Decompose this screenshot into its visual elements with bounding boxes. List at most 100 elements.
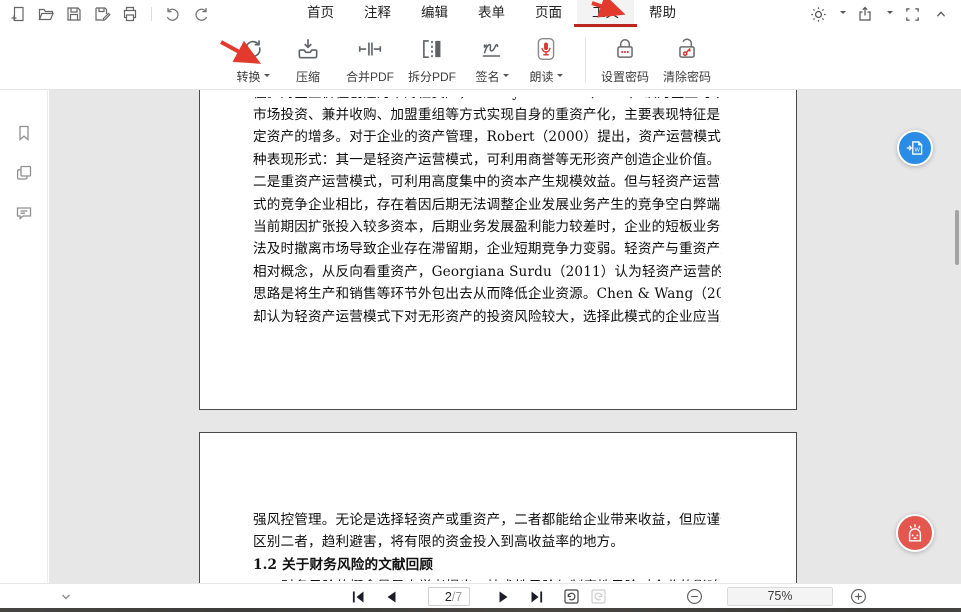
tab-tools[interactable]: 工具 [577,0,634,28]
divider [151,7,152,21]
sign-button[interactable]: 签名 [464,34,520,85]
word-doc-icon: W [904,137,926,159]
tab-forms[interactable]: 表单 [463,0,520,28]
bookmark-icon[interactable] [14,123,34,143]
ribbon-divider [585,38,586,82]
svg-text:W: W [915,148,921,154]
tab-pages[interactable]: 页面 [520,0,577,28]
left-panel-bar [0,90,48,583]
robot-icon [903,521,927,545]
page2-text: 强风控管理。无论是选择轻资产或重资产，二者都能给企业带来收益，但应谨慎区别二者，… [253,509,721,581]
convert-sync-icon [225,34,281,64]
comments-icon[interactable] [14,203,34,223]
split-page-icon [401,34,463,64]
split-pdf-button[interactable]: 拆分PDF [401,34,463,85]
page-total-label: /7 [452,590,462,604]
text-line: 定资产的增多。对于企业的资产管理，Robert（2000）提出，资产运营模式有两 [253,126,721,148]
prev-page-button[interactable] [382,584,400,609]
rotate-undo-page-icon[interactable] [561,584,581,609]
lock-dots-icon [592,34,658,64]
read-aloud-label: 朗读 [529,70,553,84]
convert-button[interactable]: 转换 [225,34,281,85]
page1-text: 值。对企业价值创造为单薄性资产，T.Milly&L.Mills（2012）认为企… [253,97,721,328]
zoom-out-button[interactable] [684,584,704,609]
section-heading: 1.2 关于财务风险的文献回顾 [253,554,721,576]
page1-paragraph: 市场投资、兼并收购、加盟重组等方式实现自身的重资产化，主要表现特征是固定资产的增… [253,104,721,328]
text-line: 区别二者，趋利避害，将有限的资金投入到高收益率的地方。 [253,531,721,553]
save-icon[interactable] [64,4,84,24]
rotate-redo-page-icon[interactable] [588,584,608,609]
theme-caret-icon[interactable] [840,11,846,17]
sign-caret-icon [503,74,509,80]
tab-edit[interactable]: 编辑 [406,0,463,28]
tab-home[interactable]: 首页 [292,0,349,28]
save-as-icon[interactable] [92,4,112,24]
merge-arrows-icon [339,34,401,64]
convert-label: 转换 [236,70,260,84]
status-bar: /7 75% [0,583,961,608]
document-canvas[interactable]: 值。对企业价值创造为单薄性资产，T.Milly&L.Mills（2012）认为企… [49,90,961,583]
quick-access-toolbar [8,0,211,28]
merge-pdf-button[interactable]: 合并PDF [339,34,401,85]
clipped-line: 财务风险的概念最早由学者提出，技术性风险与制度性风险对企业的影响不同。 [253,576,721,581]
print-icon[interactable] [120,4,140,24]
tab-annotate[interactable]: 注释 [349,0,406,28]
set-password-button[interactable]: 设置密码 [592,34,658,85]
last-page-button[interactable] [526,584,546,609]
text-line: 种表现形式：其一是轻资产运营模式，可利用商誉等无形资产创造企业价值。其 [253,149,721,171]
zoom-in-button[interactable] [848,584,868,609]
redo-icon[interactable] [191,4,211,24]
microphone-icon [518,34,574,64]
collapse-bar-icon[interactable] [56,584,76,609]
next-page-button[interactable] [495,584,513,609]
signature-icon [464,34,520,64]
pdf-page-2: 强风控管理。无论是选择轻资产或重资产，二者都能给企业带来收益，但应谨慎区别二者，… [199,432,797,583]
compress-button[interactable]: 压缩 [280,34,336,85]
clear-password-button[interactable]: 清除密码 [654,34,720,85]
compress-tray-icon [280,34,336,64]
unlock-key-icon [654,34,720,64]
page-thumbnails-icon[interactable] [14,163,34,183]
collapse-ribbon-icon[interactable] [931,4,951,24]
sign-label: 签名 [475,70,499,84]
top-menu-bar: 首页 注释 编辑 表单 页面 工具 帮助 [0,0,961,28]
page-number-input[interactable]: /7 [428,587,470,606]
merge-pdf-label: 合并PDF [339,68,401,85]
assistant-robot-button[interactable] [896,514,934,552]
text-line: 却认为轻资产运营模式下对无形资产的投资风险较大，选择此模式的企业应当加 [253,306,721,328]
new-file-icon[interactable] [8,4,28,24]
first-page-button[interactable] [348,584,368,609]
share-caret-icon[interactable] [887,11,893,17]
page2-paragraph: 强风控管理。无论是选择轻资产或重资产，二者都能给企业带来收益，但应谨慎区别二者，… [253,509,721,554]
clear-password-label: 清除密码 [654,68,720,85]
read-aloud-button[interactable]: 朗读 [518,34,574,85]
open-file-icon[interactable] [36,4,56,24]
convert-caret-icon [264,74,270,80]
menu-tabs: 首页 注释 编辑 表单 页面 工具 帮助 [292,0,691,28]
text-line: 市场投资、兼并收购、加盟重组等方式实现自身的重资产化，主要表现特征是固 [253,104,721,126]
tools-ribbon: 转换 压缩 合并PDF 拆分PDF [0,28,961,90]
text-line: 式的竞争企业相比，存在着因后期无法调整企业发展业务产生的竞争空白弊端。 [253,194,721,216]
undo-icon[interactable] [163,4,183,24]
text-line: 强风控管理。无论是选择轻资产或重资产，二者都能给企业带来收益，但应谨慎 [253,509,721,531]
clipped-line: 值。对企业价值创造为单薄性资产，T.Milly&L.Mills（2012）认为企… [253,97,721,104]
text-line: 相对概念，从反向看重资产，Georgiana Surdu（2011）认为轻资产运… [253,261,721,283]
text-line: 当前期因扩张投入较多资本，后期业务发展盈利能力较差时，企业的短板业务无 [253,216,721,238]
text-line: 二是重资产运营模式，可利用高度集中的资本产生规模效益。但与轻资产运营模 [253,171,721,193]
window-controls [808,0,951,28]
fullscreen-icon[interactable] [902,4,922,24]
read-aloud-caret-icon [557,74,563,80]
text-line: 法及时撤离市场导致企业存在滞留期，企业短期竞争力变弱。轻资产与重资产是 [253,238,721,260]
convert-to-word-button[interactable]: W [897,130,933,166]
tab-help[interactable]: 帮助 [634,0,691,28]
compress-label: 压缩 [280,68,336,85]
split-pdf-label: 拆分PDF [401,68,463,85]
screen-edge-strip [0,608,961,612]
current-page-field[interactable] [436,590,452,604]
set-password-label: 设置密码 [592,68,658,85]
text-line: 思路是将生产和销售等环节外包出去从而降低企业资源。Chen & Wang（201… [253,283,721,305]
vertical-scrollbar-thumb[interactable] [955,210,959,265]
share-icon[interactable] [855,4,875,24]
zoom-level-display[interactable]: 75% [727,587,833,606]
theme-sun-icon[interactable] [808,4,828,24]
